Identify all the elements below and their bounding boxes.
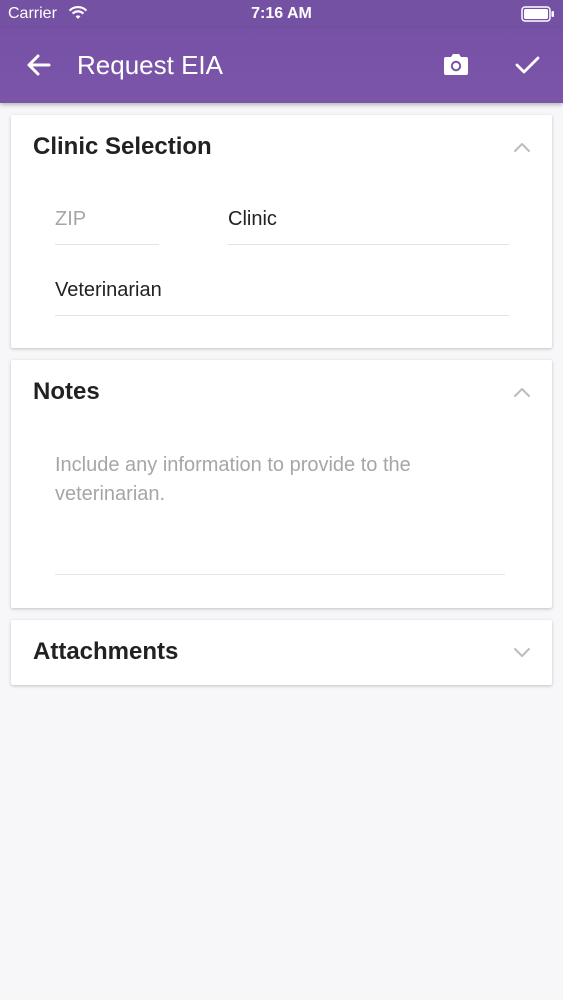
veterinarian-select[interactable]: Veterinarian xyxy=(55,279,162,301)
status-time: 7:16 AM xyxy=(251,5,312,22)
chevron-up-icon[interactable] xyxy=(512,382,532,402)
chevron-up-icon[interactable] xyxy=(512,137,532,157)
back-arrow-icon[interactable] xyxy=(24,50,54,80)
chevron-down-icon[interactable] xyxy=(512,642,532,662)
clinic-selection-card: Clinic Selection Clinic Veterinarian xyxy=(11,115,552,348)
clinic-select[interactable]: Clinic xyxy=(228,208,277,230)
attachments-card[interactable]: Attachments xyxy=(11,620,552,685)
status-bar: Carrier 7:16 AM xyxy=(0,0,563,28)
clinic-selection-title: Clinic Selection xyxy=(33,133,212,160)
notes-title: Notes xyxy=(33,378,100,405)
notes-textarea[interactable] xyxy=(55,451,505,571)
app-bar: Request EIA xyxy=(0,28,563,103)
zip-field xyxy=(55,208,159,245)
clinic-field: Clinic xyxy=(228,208,509,245)
zip-input[interactable] xyxy=(55,208,159,231)
battery-icon xyxy=(521,6,554,22)
notes-card: Notes xyxy=(11,360,552,608)
veterinarian-field: Veterinarian xyxy=(55,279,509,316)
check-icon[interactable] xyxy=(513,52,541,78)
camera-icon[interactable] xyxy=(442,52,470,78)
notes-field xyxy=(55,451,505,575)
page-title: Request EIA xyxy=(77,50,223,80)
attachments-title: Attachments xyxy=(33,638,179,665)
